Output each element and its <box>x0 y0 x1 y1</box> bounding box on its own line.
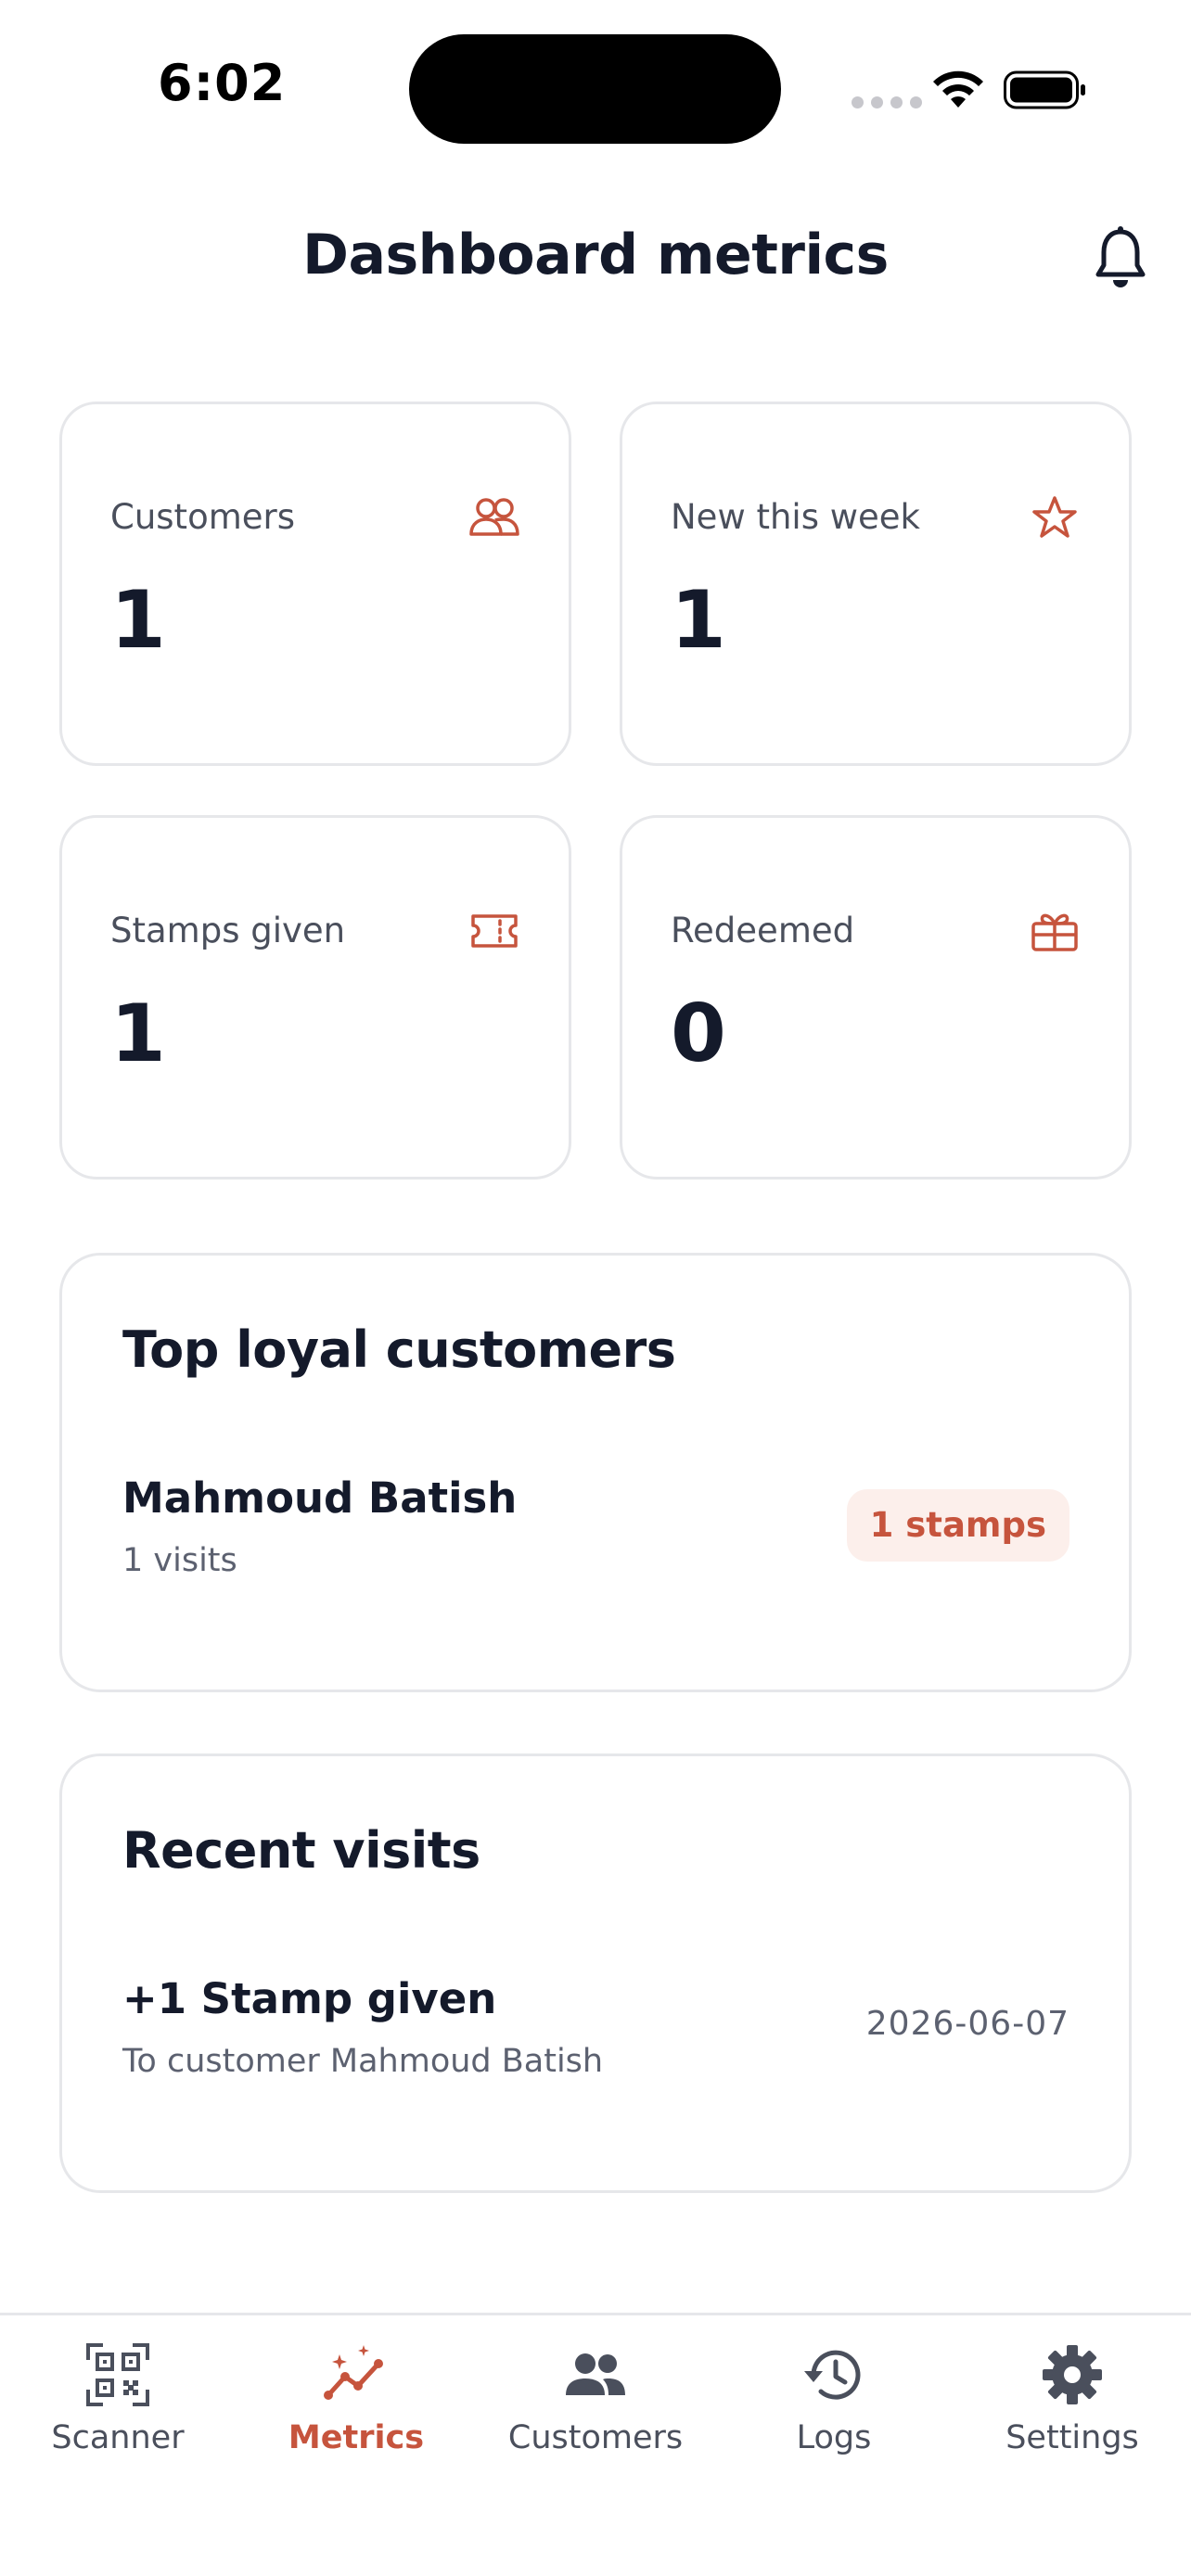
stamps-badge: 1 stamps <box>846 1489 1069 1562</box>
tab-customers[interactable]: Customers <box>493 2341 698 2462</box>
metric-card-new-this-week: New this week 1 <box>620 402 1132 766</box>
visit-date: 2026-06-07 <box>865 2005 1069 2043</box>
gift-icon <box>1031 913 1078 951</box>
cellular-signal-icon <box>852 96 922 108</box>
gear-icon <box>1043 2345 1102 2404</box>
visit-subtitle: To customer Mahmoud Batish <box>122 2043 604 2080</box>
top-loyal-customers-card: Top loyal customers Mahmoud Batish 1 vis… <box>59 1253 1132 1692</box>
tab-metrics[interactable]: Metrics <box>254 2341 458 2462</box>
tab-label: Logs <box>796 2419 872 2456</box>
users-icon <box>469 498 519 536</box>
section-title: Recent visits <box>122 1821 480 1880</box>
wifi-icon <box>933 70 983 108</box>
tab-logs[interactable]: Logs <box>732 2341 936 2462</box>
tab-label: Customers <box>507 2419 684 2456</box>
tab-scanner[interactable]: Scanner <box>16 2341 220 2462</box>
visit-title: +1 Stamp given <box>122 1974 497 2023</box>
metric-value: 1 <box>110 574 166 667</box>
star-icon <box>1032 496 1077 538</box>
metric-card-redeemed: Redeemed 0 <box>620 815 1132 1180</box>
metric-value: 1 <box>671 574 726 667</box>
page-title: Dashboard metrics <box>302 223 889 287</box>
tab-label: Scanner <box>51 2419 185 2456</box>
qr-scanner-icon <box>86 2343 149 2406</box>
ticket-icon <box>471 914 518 948</box>
dynamic-island <box>409 34 781 144</box>
metric-label: Customers <box>110 497 296 537</box>
metric-label: New this week <box>671 497 920 537</box>
metric-label: Redeemed <box>671 911 855 950</box>
customer-visits: 1 visits <box>122 1542 237 1579</box>
tab-label: Settings <box>1005 2419 1139 2456</box>
bottom-tab-bar: Scanner Metrics Customers Logs Settings <box>0 2313 1191 2576</box>
recent-visits-card: Recent visits +1 Stamp given To customer… <box>59 1753 1132 2193</box>
customer-name: Mahmoud Batish <box>122 1473 518 1523</box>
tab-label: Metrics <box>288 2419 425 2456</box>
section-title: Top loyal customers <box>122 1320 676 1379</box>
metric-card-customers: Customers 1 <box>59 402 571 766</box>
notification-bell-icon[interactable] <box>1093 226 1148 291</box>
chart-line-icon <box>324 2345 383 2400</box>
metric-value: 1 <box>110 988 166 1080</box>
battery-icon <box>1004 70 1085 109</box>
dashboard-screen: 6:02 Dashboard metrics Customers 1 New t… <box>0 0 1191 2576</box>
tab-settings[interactable]: Settings <box>970 2341 1174 2462</box>
history-icon <box>804 2350 861 2400</box>
metric-value: 0 <box>671 988 726 1080</box>
status-time: 6:02 <box>158 54 287 112</box>
metric-label: Stamps given <box>110 911 346 950</box>
metric-card-stamps-given: Stamps given 1 <box>59 815 571 1180</box>
people-icon <box>566 2353 625 2395</box>
